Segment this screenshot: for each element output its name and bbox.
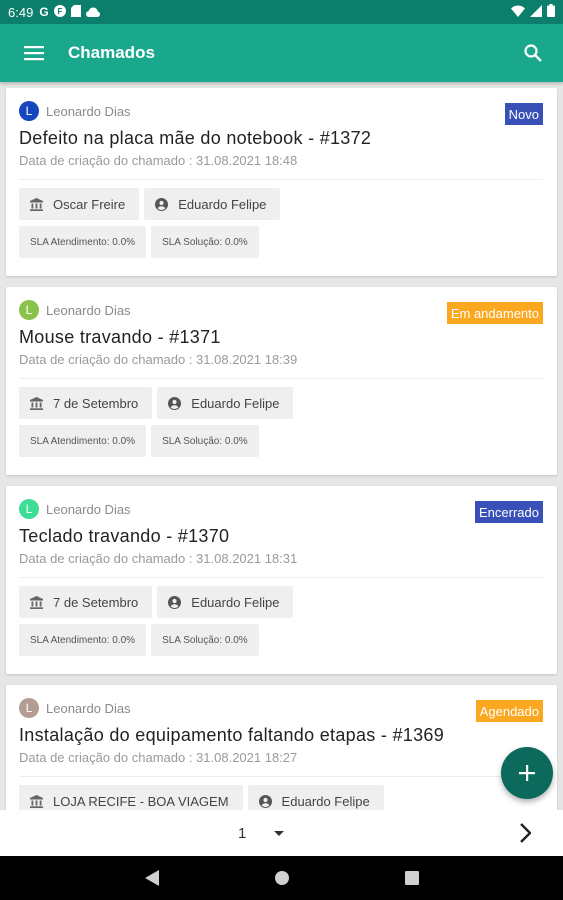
- home-button[interactable]: [267, 863, 297, 893]
- author-name: Leonardo Dias: [46, 103, 131, 119]
- account-circle-icon: [168, 595, 182, 609]
- divider: [19, 378, 543, 379]
- ticket-list[interactable]: L Leonardo Dias Novo Defeito na placa mã…: [0, 82, 563, 810]
- page-select[interactable]: 1: [238, 810, 285, 856]
- sla-solucao: SLA Solução: 0.0%: [151, 624, 259, 656]
- divider: [19, 776, 543, 777]
- account-circle-icon: [168, 396, 182, 410]
- location-chip[interactable]: 7 de Setembro: [19, 387, 153, 419]
- bank-icon: [30, 396, 43, 410]
- author-name: Leonardo Dias: [46, 700, 131, 716]
- avatar: L: [19, 499, 39, 519]
- assignee-chip[interactable]: Eduardo Felipe: [157, 387, 294, 419]
- search-button[interactable]: [503, 24, 563, 82]
- avatar-letter: L: [25, 303, 33, 317]
- battery-icon: [547, 4, 555, 20]
- ticket-date: Data de criação do chamado : 31.08.2021 …: [19, 352, 298, 367]
- app-bar: Chamados: [0, 24, 563, 82]
- location-chip[interactable]: LOJA RECIFE - BOA VIAGEM: [19, 785, 243, 810]
- ticket-title: Instalação do equipamento faltando etapa…: [19, 725, 445, 745]
- assignee-label: Eduardo Felipe: [191, 395, 280, 411]
- status-time: 6:49: [8, 4, 34, 20]
- sla-solucao: SLA Solução: 0.0%: [151, 226, 259, 258]
- bank-icon: [30, 794, 43, 808]
- sd-card-icon: [70, 4, 81, 20]
- location-chip[interactable]: Oscar Freire: [19, 188, 140, 220]
- system-nav-bar: [0, 856, 563, 900]
- status-badge: Em andamento: [446, 302, 543, 324]
- cloud-icon: [85, 5, 100, 20]
- page-number: 1: [238, 824, 247, 842]
- assignee-label: Eduardo Felipe: [191, 594, 280, 610]
- avatar-letter: L: [25, 502, 33, 516]
- home-icon: [274, 871, 289, 885]
- avatar-letter: L: [25, 104, 33, 118]
- sla-solucao: SLA Solução: 0.0%: [151, 425, 259, 457]
- ticket-title: Defeito na placa mãe do notebook - #1372: [19, 128, 372, 148]
- assignee-label: Eduardo Felipe: [178, 196, 267, 212]
- status-bar: 6:49 G F: [0, 0, 563, 24]
- sla-atendimento: SLA Atendimento: 0.0%: [19, 624, 147, 656]
- assignee-chip[interactable]: Eduardo Felipe: [157, 586, 294, 618]
- fanfiction-icon: F: [53, 4, 66, 20]
- avatar: L: [19, 101, 39, 121]
- back-button[interactable]: [137, 863, 167, 893]
- pager: 1: [0, 810, 563, 856]
- back-icon: [144, 870, 159, 886]
- ticket-card[interactable]: L Leonardo Dias Novo Defeito na placa mã…: [6, 88, 557, 276]
- assignee-chip[interactable]: Eduardo Felipe: [144, 188, 281, 220]
- ticket-date: Data de criação do chamado : 31.08.2021 …: [19, 153, 298, 168]
- sla-atendimento: SLA Atendimento: 0.0%: [19, 226, 147, 258]
- bank-icon: [30, 595, 43, 609]
- location-label: LOJA RECIFE - BOA VIAGEM: [53, 793, 229, 809]
- avatar-letter: L: [25, 701, 33, 715]
- ticket-card[interactable]: L Leonardo Dias Encerrado Teclado travan…: [6, 486, 557, 674]
- account-circle-icon: [258, 794, 272, 808]
- assignee-chip[interactable]: Eduardo Felipe: [247, 785, 384, 810]
- ticket-date: Data de criação do chamado : 31.08.2021 …: [19, 750, 298, 765]
- wifi-icon: [511, 5, 525, 20]
- location-label: 7 de Setembro: [53, 594, 139, 610]
- next-page-button[interactable]: [511, 819, 539, 847]
- status-badge: Novo: [504, 103, 543, 125]
- bank-icon: [30, 197, 43, 211]
- avatar: L: [19, 300, 39, 320]
- menu-button[interactable]: [0, 24, 68, 82]
- location-label: 7 de Setembro: [53, 395, 139, 411]
- dropdown-arrow-icon: [274, 830, 285, 836]
- ticket-card[interactable]: L Leonardo Dias Em andamento Mouse trava…: [6, 287, 557, 475]
- ticket-card[interactable]: L Leonardo Dias Agendado Instalação do e…: [6, 685, 557, 810]
- status-badge: Agendado: [475, 700, 543, 722]
- sla-atendimento: SLA Atendimento: 0.0%: [19, 425, 147, 457]
- author-name: Leonardo Dias: [46, 302, 131, 318]
- location-label: Oscar Freire: [53, 196, 126, 212]
- plus-icon: [519, 765, 535, 781]
- ticket-title: Mouse travando - #1371: [19, 327, 221, 347]
- avatar: L: [19, 698, 39, 718]
- divider: [19, 179, 543, 180]
- page-title: Chamados: [68, 43, 155, 62]
- location-chip[interactable]: 7 de Setembro: [19, 586, 153, 618]
- divider: [19, 577, 543, 578]
- account-circle-icon: [155, 197, 169, 211]
- signal-icon: [530, 4, 542, 20]
- search-icon: [524, 44, 542, 62]
- recents-button[interactable]: [397, 863, 427, 893]
- hamburger-menu-icon: [24, 46, 44, 61]
- ticket-date: Data de criação do chamado : 31.08.2021 …: [19, 551, 298, 566]
- google-icon: G: [39, 5, 49, 19]
- svg-text:F: F: [57, 7, 62, 16]
- assignee-label: Eduardo Felipe: [281, 793, 370, 809]
- recents-icon: [404, 871, 419, 885]
- chevron-right-icon: [520, 823, 531, 843]
- author-name: Leonardo Dias: [46, 501, 131, 517]
- ticket-title: Teclado travando - #1370: [19, 526, 230, 546]
- add-ticket-button[interactable]: [501, 747, 553, 799]
- status-badge: Encerrado: [475, 501, 543, 523]
